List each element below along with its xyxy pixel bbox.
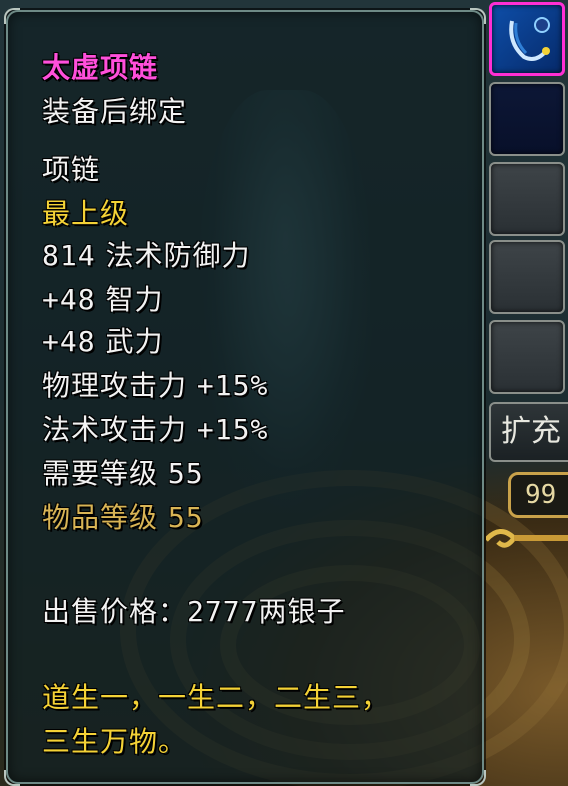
stat-label: 武力 — [105, 325, 164, 358]
sell-price-value: 2777两银子 — [187, 595, 346, 628]
stat-label: 法术防御力 — [105, 239, 251, 272]
required-level-value: 55 — [167, 457, 204, 490]
flavor-text-line: 道生一，一生二，二生三， — [42, 681, 391, 714]
stat-label: 智力 — [105, 283, 164, 316]
stat-value: 814 — [42, 239, 96, 272]
inventory-column: 扩充 99 — [486, 0, 568, 786]
stat-value: +48 — [42, 325, 96, 358]
bonus-label: 物理攻击力 — [42, 369, 188, 402]
stat-line: +48 智力 — [42, 278, 164, 318]
stat-line: +48 武力 — [42, 320, 164, 360]
stat-line: 814 法术防御力 — [42, 234, 251, 274]
item-type: 项链 — [42, 153, 101, 186]
inventory-slot[interactable] — [489, 162, 565, 236]
gold-scroll-ornament — [486, 529, 568, 548]
inventory-slot[interactable] — [489, 240, 565, 314]
item-level-value: 55 — [167, 501, 204, 534]
sell-price-label: 出售价格： — [42, 595, 188, 628]
item-name: 太虚项链 — [42, 51, 159, 84]
item-level-label: 物品等级 — [42, 501, 159, 534]
item-level: 物品等级 55 — [42, 496, 204, 536]
bonus-line: 法术攻击力 +15% — [42, 408, 268, 448]
necklace-icon — [509, 17, 550, 61]
tooltip-corner — [4, 8, 20, 24]
inventory-slot-necklace[interactable] — [489, 2, 565, 76]
stat-value: +48 — [42, 283, 96, 316]
bonus-value: +15% — [196, 413, 269, 446]
item-grade: 最上级 — [42, 197, 130, 230]
item-tooltip: 太虚项链 装备后绑定 项链 最上级 814 法术防御力 +48 智力 +48 武… — [4, 8, 486, 786]
flavor-text-line: 三生万物。 — [42, 725, 188, 758]
sell-price: 出售价格：2777两银子 — [42, 590, 345, 630]
inventory-slot[interactable] — [489, 320, 565, 394]
required-level: 需要等级 55 — [42, 452, 204, 492]
required-level-label: 需要等级 — [42, 457, 159, 490]
expand-inventory-button[interactable]: 扩充 — [489, 402, 568, 462]
inventory-slot[interactable] — [489, 82, 565, 156]
bonus-line: 物理攻击力 +15% — [42, 364, 268, 404]
item-count-box: 99 — [508, 472, 568, 518]
bonus-value: +15% — [196, 369, 269, 402]
bonus-label: 法术攻击力 — [42, 413, 188, 446]
bind-status: 装备后绑定 — [42, 95, 188, 128]
